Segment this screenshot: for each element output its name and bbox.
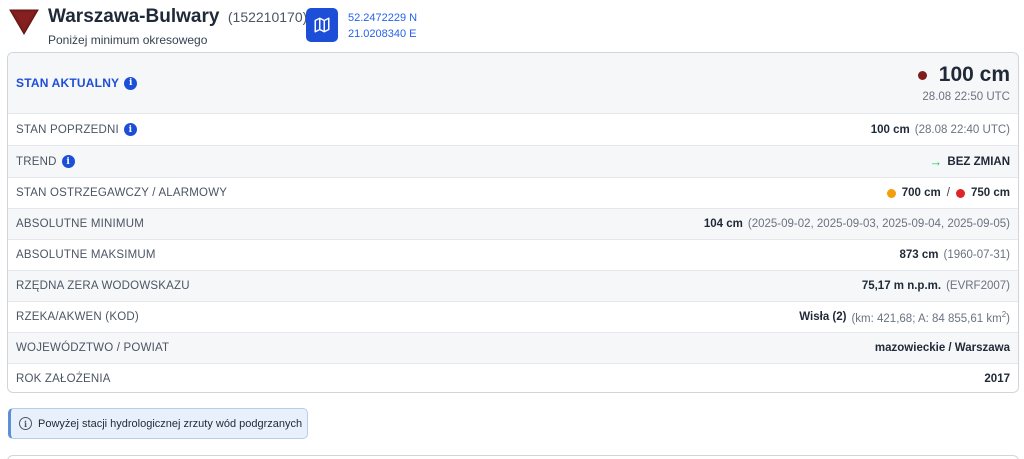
current-state-value: 100 cm 28.08 22:50 UTC (917, 63, 1010, 103)
next-section-card (7, 455, 1019, 459)
region-value: mazowieckie / Warszawa (874, 342, 1010, 354)
previous-state-value: 100 cm (870, 123, 910, 136)
previous-state-time: (28.08 22:40 UTC) (914, 123, 1010, 136)
gauge-datum-label: RZĘDNA ZERA WODOWSKAZU (16, 280, 190, 292)
absolute-minimum-label: ABSOLUTNE MINIMUM (16, 218, 144, 230)
current-time: 28.08 22:50 UTC (922, 91, 1010, 103)
founded-value: 2017 (984, 373, 1010, 385)
longitude: 21.0208340 E (348, 28, 417, 40)
alarm-dot (955, 188, 965, 198)
station-name: Warszawa-Bulwary (48, 6, 220, 27)
gauge-datum-value: 75,17 m n.p.m. (861, 280, 942, 292)
absolute-maximum-value: 873 cm (899, 249, 939, 261)
alarm-value: 750 cm (970, 187, 1010, 199)
station-header: Warszawa-Bulwary (152210170) Poniżej min… (8, 4, 1016, 47)
coordinates: 52.2472229 N 21.0208340 E (348, 10, 417, 42)
warning-triangle-icon (9, 9, 39, 35)
absolute-minimum-value: 104 cm (703, 218, 743, 230)
absolute-minimum-dates: (2025-09-02, 2025-09-03, 2025-09-04, 202… (747, 218, 1010, 230)
trend-value: BEZ ZMIAN (947, 155, 1010, 168)
previous-state-label: STAN POPRZEDNI (16, 123, 119, 136)
station-code: (152210170) (227, 9, 308, 25)
absolute-maximum-label: ABSOLUTNE MAKSIMUM (16, 249, 156, 261)
current-state-label: STAN AKTUALNY (16, 76, 120, 90)
absolute-maximum-date: (1960-07-31) (943, 249, 1010, 261)
river-value: Wisła (2) (799, 310, 847, 323)
info-circle-icon: i (19, 417, 32, 430)
latitude: 52.2472229 N (348, 12, 418, 24)
map-icon (314, 17, 330, 33)
river-label: RZEKA/AKWEN (KOD) (16, 311, 139, 323)
row-current-state: STAN AKTUALNY i 100 cm 28.08 22:50 UTC (8, 53, 1018, 113)
row-gauge-datum: RZĘDNA ZERA WODOWSKAZU 75,17 m n.p.m. (E… (8, 270, 1018, 301)
founded-label: ROK ZAŁOŻENIA (16, 373, 111, 385)
row-trend: TREND i → BEZ ZMIAN (8, 145, 1018, 177)
row-warning-alarm: STAN OSTRZEGAWCZY / ALARMOWY 700 cm / 75… (8, 177, 1018, 208)
warning-value: 700 cm (901, 187, 941, 199)
info-icon[interactable]: i (61, 155, 75, 168)
row-previous-state: STAN POPRZEDNI i 100 cm (28.08 22:40 UTC… (8, 113, 1018, 145)
warning-dot (886, 188, 896, 198)
row-region: WOJEWÓDZTWO / POWIAT mazowieckie / Warsz… (8, 332, 1018, 363)
info-icon[interactable]: i (124, 76, 138, 90)
info-alert: i Powyżej stacji hydrologicznej zrzuty w… (8, 408, 308, 439)
current-level: 100 cm (938, 63, 1010, 86)
alert-text: Powyżej stacji hydrologicznej zrzuty wód… (38, 417, 303, 430)
gauge-datum-system: (EVRF2007) (946, 280, 1010, 292)
map-button[interactable] (306, 8, 338, 42)
row-river: RZEKA/AKWEN (KOD) Wisła (2) (km: 421,68;… (8, 301, 1018, 332)
info-icon[interactable]: i (123, 123, 137, 136)
row-absolute-minimum: ABSOLUTNE MINIMUM 104 cm (2025-09-02, 20… (8, 208, 1018, 239)
region-label: WOJEWÓDZTWO / POWIAT (16, 342, 170, 354)
row-founded: ROK ZAŁOŻENIA 2017 (8, 363, 1018, 392)
river-details: (km: 421,68; A: 84 855,61 km2) (851, 309, 1010, 325)
row-absolute-maximum: ABSOLUTNE MAKSIMUM 873 cm (1960-07-31) (8, 239, 1018, 270)
separator: / (946, 187, 950, 199)
current-level-dot (917, 70, 927, 80)
station-title-block: Warszawa-Bulwary (152210170) Poniżej min… (48, 6, 307, 47)
station-status: Poniżej minimum okresowego (48, 33, 208, 47)
trend-label: TREND (16, 155, 57, 168)
warning-alarm-label: STAN OSTRZEGAWCZY / ALARMOWY (16, 187, 228, 199)
station-data-table: STAN AKTUALNY i 100 cm 28.08 22:50 UTC S… (7, 52, 1019, 393)
arrow-right-icon: → (929, 154, 943, 169)
